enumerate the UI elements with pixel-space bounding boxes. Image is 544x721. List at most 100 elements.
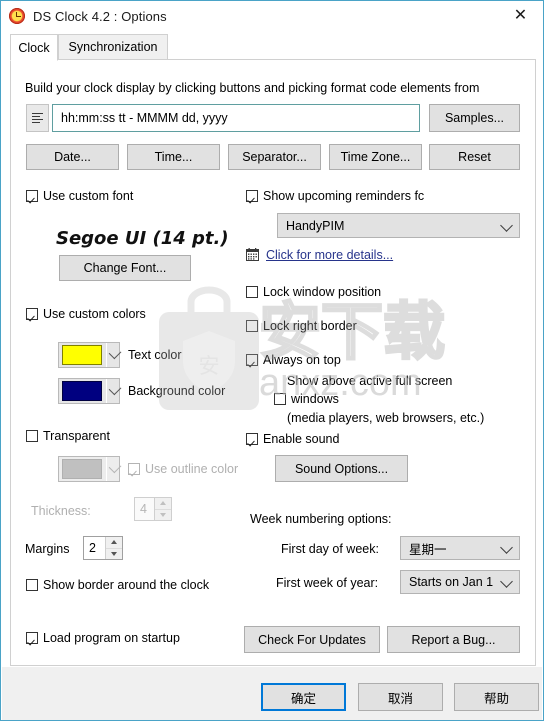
fullscreen-note-line1: Show above active full screen xyxy=(287,374,453,388)
reminders-source-value: HandyPIM xyxy=(286,218,345,233)
first-week-of-year-value: Starts on Jan 1 xyxy=(409,575,494,589)
checkbox-box xyxy=(246,320,258,332)
chevron-down-icon xyxy=(500,218,513,232)
first-week-of-year-select[interactable]: Starts on Jan 1 xyxy=(400,570,520,594)
help-button[interactable]: 帮助 xyxy=(454,683,539,711)
use-custom-font-label: Use custom font xyxy=(43,189,134,203)
transparent-label: Transparent xyxy=(43,429,110,443)
checkbox-box xyxy=(128,463,140,475)
stepper-up-icon xyxy=(155,498,171,510)
report-bug-button[interactable]: Report a Bug... xyxy=(387,626,520,653)
title-bar: DS Clock 4.2 : Options ✕ xyxy=(1,1,543,31)
show-border-label: Show border around the clock xyxy=(43,578,210,592)
hamburger-menu-icon[interactable] xyxy=(26,104,49,132)
fullscreen-note-line3: (media players, web browsers, etc.) xyxy=(287,411,485,425)
background-color-label: Background color xyxy=(128,384,226,398)
picker-divider xyxy=(105,457,107,481)
use-custom-colors-checkbox[interactable]: Use custom colors xyxy=(26,307,146,321)
checkbox-box xyxy=(246,286,258,298)
always-on-top-checkbox[interactable]: Always on top xyxy=(246,353,341,367)
stepper-down-icon[interactable] xyxy=(106,549,122,560)
tab-synchronization[interactable]: Synchronization xyxy=(58,34,168,60)
lock-right-border-checkbox[interactable]: Lock right border xyxy=(246,319,357,333)
lock-window-position-label: Lock window position xyxy=(263,285,382,299)
first-day-of-week-value: 星期一 xyxy=(409,541,447,557)
chevron-down-icon xyxy=(108,460,122,474)
show-reminders-checkbox[interactable]: Show upcoming reminders fc xyxy=(246,189,424,203)
time-zone-button[interactable]: Time Zone... xyxy=(329,144,422,170)
first-day-of-week-select[interactable]: 星期一 xyxy=(400,536,520,560)
time-button[interactable]: Time... xyxy=(127,144,220,170)
change-font-button[interactable]: Change Font... xyxy=(59,255,191,281)
outline-color-swatch xyxy=(62,459,102,479)
picker-divider xyxy=(105,379,107,403)
sound-options-button[interactable]: Sound Options... xyxy=(275,455,408,482)
checkbox-box xyxy=(26,632,38,644)
load-on-startup-checkbox[interactable]: Load program on startup xyxy=(26,631,180,645)
show-above-fullscreen-label: windows xyxy=(291,392,339,406)
chevron-down-icon xyxy=(108,382,122,396)
menu-lines xyxy=(32,112,43,124)
reminders-source-select[interactable]: HandyPIM xyxy=(277,213,520,238)
checkbox-box xyxy=(246,433,258,445)
use-custom-colors-label: Use custom colors xyxy=(43,307,146,321)
use-outline-color-checkbox: Use outline color xyxy=(128,462,238,476)
check-for-updates-button[interactable]: Check For Updates xyxy=(244,626,380,653)
thickness-label: Thickness: xyxy=(31,504,91,518)
reset-button[interactable]: Reset xyxy=(429,144,520,170)
margins-label: Margins xyxy=(25,542,70,556)
calendar-icon xyxy=(246,248,259,261)
checkbox-box xyxy=(274,393,286,405)
outline-color-picker xyxy=(58,456,122,482)
stepper-arrows xyxy=(154,498,171,520)
show-border-checkbox[interactable]: Show border around the clock xyxy=(26,578,209,592)
picker-divider xyxy=(105,343,107,367)
checkbox-box xyxy=(246,354,258,366)
text-color-label: Text color xyxy=(128,348,182,362)
clock-icon xyxy=(9,8,25,24)
text-color-picker[interactable] xyxy=(58,342,122,368)
enable-sound-label: Enable sound xyxy=(263,432,340,446)
samples-button[interactable]: Samples... xyxy=(429,104,520,132)
week-numbering-title: Week numbering options: xyxy=(250,512,392,526)
background-color-picker[interactable] xyxy=(58,378,122,404)
margins-value: 2 xyxy=(89,541,96,555)
enable-sound-checkbox[interactable]: Enable sound xyxy=(246,432,339,446)
tab-clock[interactable]: Clock xyxy=(10,34,58,61)
tab-synchronization-label: Synchronization xyxy=(68,40,158,54)
chevron-down-icon xyxy=(500,575,513,588)
checkbox-box xyxy=(26,190,38,202)
show-reminders-label: Show upcoming reminders fc xyxy=(263,189,425,203)
text-color-swatch xyxy=(62,345,102,365)
close-icon[interactable]: ✕ xyxy=(498,1,543,30)
date-button[interactable]: Date... xyxy=(26,144,119,170)
transparent-checkbox[interactable]: Transparent xyxy=(26,429,110,443)
thickness-value: 4 xyxy=(140,502,147,516)
use-custom-font-checkbox[interactable]: Use custom font xyxy=(26,189,133,203)
tab-strip: Clock Synchronization xyxy=(10,34,536,61)
show-above-fullscreen-checkbox[interactable]: windows xyxy=(274,392,339,406)
ok-button[interactable]: 确定 xyxy=(261,683,346,711)
tab-clock-label: Clock xyxy=(18,40,50,55)
always-on-top-label: Always on top xyxy=(263,353,341,367)
thickness-stepper: 4 xyxy=(134,497,172,521)
separator-button[interactable]: Separator... xyxy=(228,144,321,170)
lock-window-position-checkbox[interactable]: Lock window position xyxy=(246,285,381,299)
chevron-down-icon xyxy=(500,541,513,554)
cancel-button[interactable]: 取消 xyxy=(358,683,443,711)
margins-stepper[interactable]: 2 xyxy=(83,536,123,560)
format-input[interactable]: hh:mm:ss tt - MMMM dd, yyyy xyxy=(52,104,420,132)
checkbox-box xyxy=(26,308,38,320)
use-outline-color-label: Use outline color xyxy=(145,462,239,476)
lock-right-border-label: Lock right border xyxy=(263,319,357,333)
checkbox-box xyxy=(26,430,38,442)
more-details-link[interactable]: Click for more details... xyxy=(266,248,393,262)
font-sample-text: Segoe UI (14 pt.) xyxy=(56,228,229,249)
first-week-of-year-label: First week of year: xyxy=(276,576,379,590)
stepper-arrows[interactable] xyxy=(105,537,122,559)
stepper-up-icon[interactable] xyxy=(106,537,122,549)
window-title: DS Clock 4.2 : Options xyxy=(33,8,167,24)
chevron-down-icon xyxy=(108,346,122,360)
checkbox-box xyxy=(246,190,258,202)
load-on-startup-label: Load program on startup xyxy=(43,631,180,645)
